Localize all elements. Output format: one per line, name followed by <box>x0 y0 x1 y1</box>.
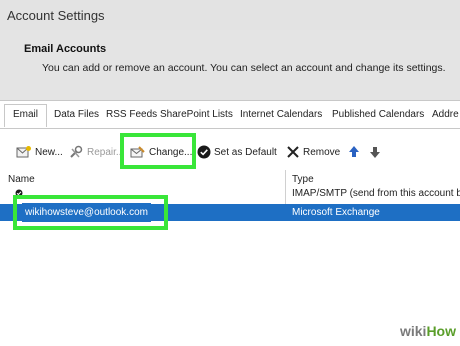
move-down-button[interactable] <box>369 142 384 162</box>
set-default-button-label: Set as Default <box>214 146 277 158</box>
window-title: Account Settings <box>7 8 105 23</box>
tab-data-files[interactable]: Data Files <box>54 109 99 120</box>
remove-x-icon <box>287 146 299 158</box>
remove-button[interactable]: Remove <box>286 142 340 162</box>
repair-button-label: Repair... <box>87 146 125 158</box>
section-title: Email Accounts <box>24 43 107 55</box>
new-button[interactable]: New... <box>16 142 63 162</box>
repair-button[interactable]: Repair... <box>68 142 124 162</box>
tab-divider <box>0 128 460 129</box>
arrow-up-icon <box>349 146 359 157</box>
tab-sharepoint-lists[interactable]: SharePoint Lists <box>160 109 233 120</box>
remove-button-label: Remove <box>303 146 341 158</box>
account-type: Microsoft Exchange <box>292 207 380 218</box>
checkmark-icon <box>197 145 211 159</box>
title-bar: Account Settings <box>0 0 460 30</box>
watermark-wiki: wiki <box>399 323 427 339</box>
section-description: You can add or remove an account. You ca… <box>42 62 446 74</box>
account-type: IMAP/SMTP (send from this account b <box>292 188 460 199</box>
email-highlight <box>13 195 168 230</box>
tab-email[interactable]: Email <box>4 104 48 127</box>
column-header-type[interactable]: Type <box>292 174 314 185</box>
list-header: Name Type <box>0 170 460 187</box>
repair-icon <box>70 145 83 158</box>
tab-rss-feeds[interactable]: RSS Feeds <box>106 109 157 120</box>
tab-row: Email Data Files RSS Feeds SharePoint Li… <box>0 104 460 128</box>
column-header-name[interactable]: Name <box>8 174 35 185</box>
watermark-how: How <box>426 323 456 339</box>
new-account-icon <box>16 146 31 158</box>
change-button-highlight <box>120 133 196 169</box>
set-default-button[interactable]: Set as Default <box>197 142 277 162</box>
tab-internet-calendars[interactable]: Internet Calendars <box>240 109 322 120</box>
header-panel: Email Accounts You can add or remove an … <box>0 30 460 100</box>
new-button-label: New... <box>35 146 63 158</box>
tab-published-calendars[interactable]: Published Calendars <box>332 109 424 120</box>
tab-address-books[interactable]: Addre <box>432 109 459 120</box>
arrow-down-icon <box>370 147 380 158</box>
move-up-button[interactable] <box>348 142 363 162</box>
wikihow-watermark: wiki How <box>400 321 456 341</box>
